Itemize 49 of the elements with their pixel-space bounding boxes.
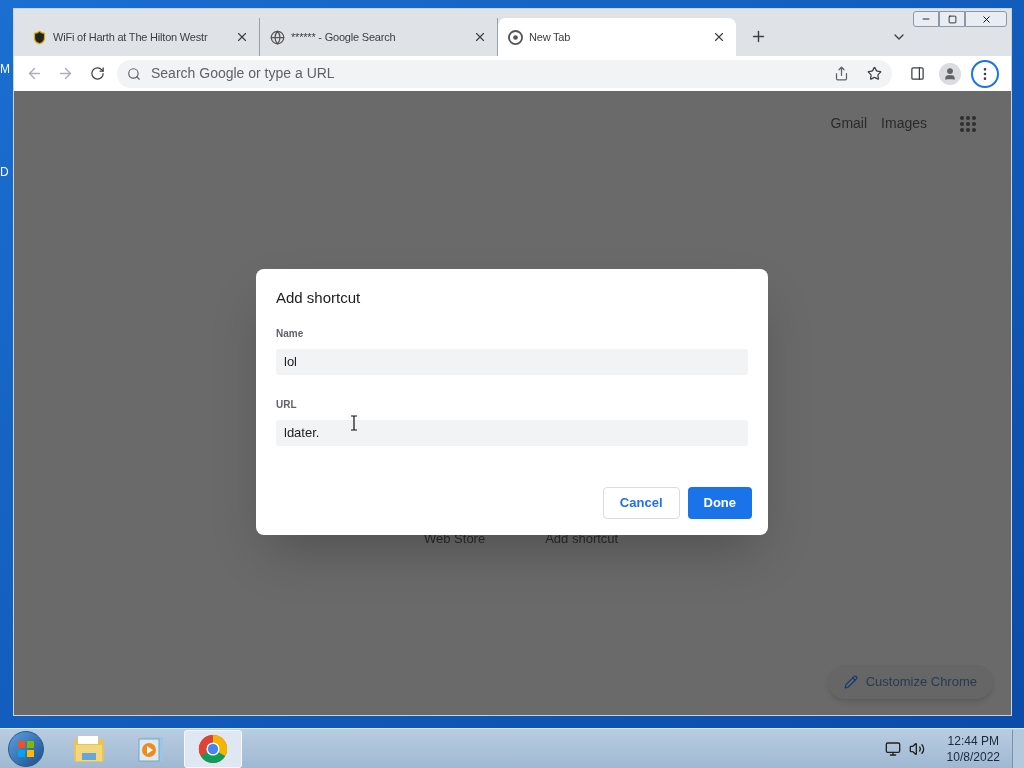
done-button[interactable]: Done — [687, 487, 752, 519]
desktop-icon-label: M — [0, 61, 10, 78]
person-icon — [943, 66, 957, 81]
windows-logo-icon — [17, 739, 35, 758]
close-tab-icon[interactable] — [712, 30, 726, 44]
maximize-icon — [947, 14, 957, 24]
cancel-button[interactable]: Cancel — [602, 487, 680, 519]
start-button[interactable] — [8, 730, 44, 767]
tab-title: WiFi of Harth at The Hilton Westr — [53, 29, 209, 45]
clock-date: 10/8/2022 — [946, 748, 1000, 765]
field-label: URL — [276, 397, 298, 412]
menu-button[interactable] — [971, 59, 999, 88]
close-tab-icon[interactable] — [473, 30, 487, 44]
maximize-button[interactable] — [939, 11, 965, 27]
close-icon — [980, 13, 992, 25]
taskbar-button[interactable] — [184, 729, 242, 768]
media-player-icon — [137, 734, 165, 763]
reload-icon[interactable] — [90, 66, 105, 81]
tab-title: New Tab — [529, 29, 572, 45]
pencil-icon — [843, 675, 858, 689]
search-icon — [127, 66, 141, 81]
text-field[interactable]: ldater. — [276, 419, 748, 446]
network-icon[interactable] — [884, 740, 901, 757]
chrome-icon — [198, 733, 228, 764]
text-field[interactable]: lol — [276, 348, 748, 375]
side-panel-icon[interactable] — [910, 66, 925, 81]
minimize-button[interactable] — [913, 11, 939, 27]
header-link[interactable]: Images — [881, 113, 927, 134]
close-tab-icon[interactable] — [235, 30, 249, 44]
text-cursor-icon — [350, 415, 358, 431]
address-input[interactable]: Search Google or type a URL — [151, 63, 824, 84]
volume-icon[interactable] — [908, 740, 925, 757]
profile-avatar[interactable] — [939, 62, 961, 85]
apps-grid-icon[interactable] — [959, 114, 977, 133]
chrome-icon — [508, 29, 523, 45]
globe-icon — [270, 29, 285, 45]
new-tab-icon[interactable] — [750, 28, 767, 45]
address-bar[interactable]: Search Google or type a URL — [117, 59, 892, 88]
tab-title: ****** - Google Search — [291, 29, 397, 45]
dialog-title: Add shortcut — [276, 288, 362, 308]
header-link[interactable]: Gmail — [830, 113, 868, 134]
clock-time: 12:44 PM — [947, 732, 999, 749]
browser-tab[interactable]: New Tab — [498, 18, 736, 56]
bookmark-star-icon[interactable] — [867, 66, 882, 81]
folder-icon — [73, 734, 105, 763]
shield-icon — [32, 29, 47, 45]
desktop-icon-label: D — [0, 164, 9, 181]
share-icon[interactable] — [834, 66, 849, 81]
field-label: Name — [276, 326, 305, 341]
